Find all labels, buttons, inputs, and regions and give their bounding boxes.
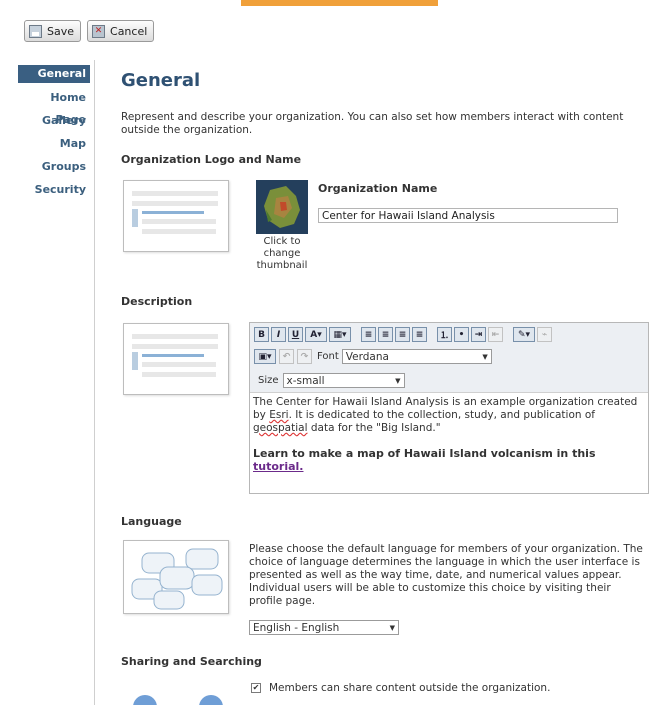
island-map-icon [256, 180, 308, 234]
underline-button[interactable]: U [288, 327, 303, 342]
cancel-button[interactable]: ✕ Cancel [87, 20, 155, 42]
bullet-list-icon[interactable]: • [454, 327, 469, 342]
description-editor: B I U A▾ ▦▾ ≡ ≡ ≡ ≡ ⒈ • ⇥ ⇤ ✎▾ ⌁ ▣▾ ↶ ↷ … [249, 322, 649, 494]
editor-content[interactable]: The Center for Hawaii Island Analysis is… [250, 393, 648, 476]
speech-bubbles-icon [131, 548, 223, 610]
top-accent-bar [241, 0, 438, 6]
share-checkbox[interactable]: ✔ [251, 683, 261, 693]
sidebar-divider [94, 60, 95, 705]
organization-name-input[interactable]: Center for Hawaii Island Analysis [318, 208, 618, 223]
size-select-value: x-small [286, 374, 325, 387]
bold-button[interactable]: B [254, 327, 269, 342]
sidebar-item-home-page[interactable]: Home Page [18, 87, 90, 126]
undo-icon: ↶ [279, 349, 294, 364]
logo-section-heading: Organization Logo and Name [121, 153, 302, 166]
font-label: Font [317, 351, 339, 362]
thumbnail-caption: Click to change thumbnail [256, 236, 308, 271]
highlight-color-button[interactable]: ▦▾ [329, 327, 351, 342]
justify-icon[interactable]: ≡ [412, 327, 427, 342]
tutorial-link[interactable]: tutorial. [253, 460, 303, 473]
sidebar-item-gallery[interactable]: Gallery [18, 110, 90, 133]
description-bold-text: Learn to make a map of Hawaii Island vol… [253, 447, 596, 460]
description-text-esri: Esri [269, 409, 289, 421]
font-select[interactable]: Verdana ▼ [341, 349, 492, 364]
intro-text: Represent and describe your organization… [121, 111, 624, 136]
chevron-down-icon: ▼ [482, 352, 488, 361]
save-icon [29, 24, 42, 38]
size-select[interactable]: x-small ▼ [282, 373, 405, 388]
language-section-heading: Language [121, 515, 182, 528]
indent-icon[interactable]: ⇥ [471, 327, 486, 342]
italic-button[interactable]: I [271, 327, 286, 342]
font-select-value: Verdana [345, 350, 389, 363]
sidebar-item-general[interactable]: General [18, 65, 90, 83]
insert-image-button[interactable]: ▣▾ [254, 349, 276, 364]
language-illustration [123, 540, 229, 614]
numbered-list-icon[interactable]: ⒈ [437, 327, 452, 342]
page-title: General [121, 70, 201, 91]
outdent-icon: ⇤ [488, 327, 503, 342]
unlink-icon: ⌁ [537, 327, 552, 342]
align-right-icon[interactable]: ≡ [395, 327, 410, 342]
redo-icon: ↷ [297, 349, 312, 364]
sidebar-item-map[interactable]: Map [18, 133, 90, 156]
chevron-down-icon: ▼ [395, 376, 401, 385]
toolbar: Save ✕ Cancel [24, 20, 155, 42]
align-center-icon[interactable]: ≡ [378, 327, 393, 342]
language-select-value: English - English [253, 621, 340, 634]
save-label: Save [47, 24, 75, 38]
sidebar-item-groups[interactable]: Groups [18, 156, 90, 179]
description-text: . It is dedicated to the collection, stu… [288, 409, 595, 421]
cancel-label: Cancel [110, 24, 148, 38]
description-section-illustration [123, 323, 229, 395]
description-text-geospatial: geospatial [253, 422, 308, 434]
logo-section-illustration [123, 180, 229, 252]
sidebar-item-security[interactable]: Security [18, 179, 90, 202]
font-color-button[interactable]: A▾ [305, 327, 327, 342]
sharing-section-heading: Sharing and Searching [121, 655, 262, 668]
size-label: Size [258, 375, 279, 386]
share-checkbox-label: Members can share content outside the or… [269, 682, 551, 694]
save-button[interactable]: Save [24, 20, 82, 42]
sharing-illustration-icon [199, 695, 223, 705]
editor-toolbar: B I U A▾ ▦▾ ≡ ≡ ≡ ≡ ⒈ • ⇥ ⇤ ✎▾ ⌁ ▣▾ ↶ ↷ … [250, 323, 648, 393]
description-section-heading: Description [121, 295, 193, 308]
description-text: data for the "Big Island." [307, 422, 441, 434]
chevron-down-icon: ▼ [389, 623, 395, 632]
organization-thumbnail[interactable] [256, 180, 308, 234]
link-color-button[interactable]: ✎▾ [513, 327, 535, 342]
description-bold-line: Learn to make a map of Hawaii Island vol… [253, 447, 645, 473]
sidebar-nav: General Home Page Gallery Map Groups Sec… [18, 65, 90, 202]
organization-name-label: Organization Name [318, 182, 438, 195]
language-select[interactable]: English - English ▼ [249, 620, 399, 635]
language-description: Please choose the default language for m… [249, 543, 643, 607]
align-left-icon[interactable]: ≡ [361, 327, 376, 342]
sharing-illustration-icon [133, 695, 157, 705]
cancel-icon: ✕ [92, 24, 106, 38]
